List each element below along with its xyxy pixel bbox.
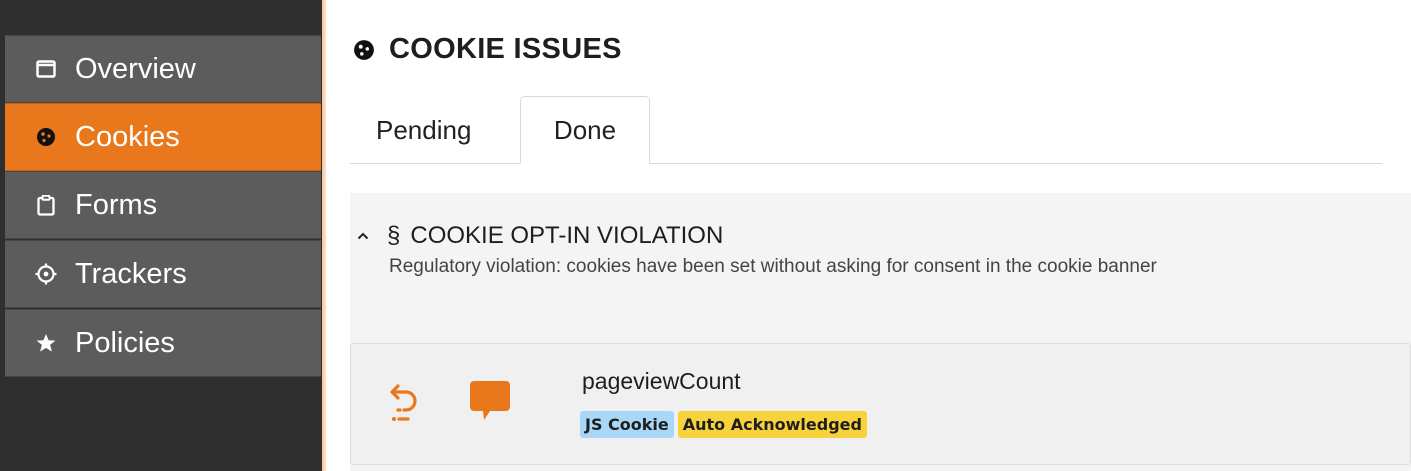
comment-icon [470, 381, 510, 420]
sidebar-item-trackers[interactable]: Trackers [5, 240, 321, 308]
tab-pending[interactable]: Pending [376, 96, 471, 164]
page-title: COOKIE ISSUES [353, 33, 622, 66]
cookie-name: pageviewCount [582, 368, 741, 394]
sidebar-item-policies[interactable]: Policies [5, 309, 321, 377]
sidebar-item-label: Forms [75, 188, 158, 221]
target-icon [35, 263, 57, 285]
tab-done[interactable]: Done [520, 96, 650, 164]
auto-acknowledged-badge: Auto Acknowledged [677, 411, 867, 438]
sidebar: Overview Cookies Forms Trackers Policies [0, 0, 322, 471]
cookie-icon [353, 39, 375, 61]
sidebar-item-label: Cookies [75, 120, 180, 153]
sidebar-item-overview[interactable]: Overview [5, 35, 321, 103]
violation-title: COOKIE OPT-IN VIOLATION [410, 222, 724, 249]
clipboard-icon [35, 194, 57, 216]
section-symbol: § [387, 222, 401, 249]
violation-description: Regulatory violation: cookies have been … [389, 256, 1157, 277]
window-icon [35, 58, 57, 80]
sidebar-item-forms[interactable]: Forms [5, 171, 321, 239]
cookie-badges: JS Cookie Auto Acknowledged [580, 411, 867, 438]
sidebar-item-label: Policies [75, 326, 175, 359]
star-icon [35, 332, 57, 354]
cookie-icon [35, 126, 57, 148]
undo-button[interactable] [385, 382, 425, 424]
tabs-divider [350, 163, 1382, 164]
violation-header[interactable]: § COOKIE OPT-IN VIOLATION [357, 222, 723, 250]
chevron-up-icon[interactable] [357, 232, 369, 240]
sidebar-item-label: Overview [75, 52, 196, 85]
sidebar-item-label: Trackers [75, 257, 187, 290]
sidebar-divider [322, 0, 326, 471]
page-title-text: COOKIE ISSUES [389, 33, 622, 65]
undo-icon [390, 384, 417, 421]
js-cookie-badge: JS Cookie [580, 411, 674, 438]
sidebar-item-cookies[interactable]: Cookies [5, 103, 321, 171]
comment-button[interactable] [466, 378, 514, 424]
